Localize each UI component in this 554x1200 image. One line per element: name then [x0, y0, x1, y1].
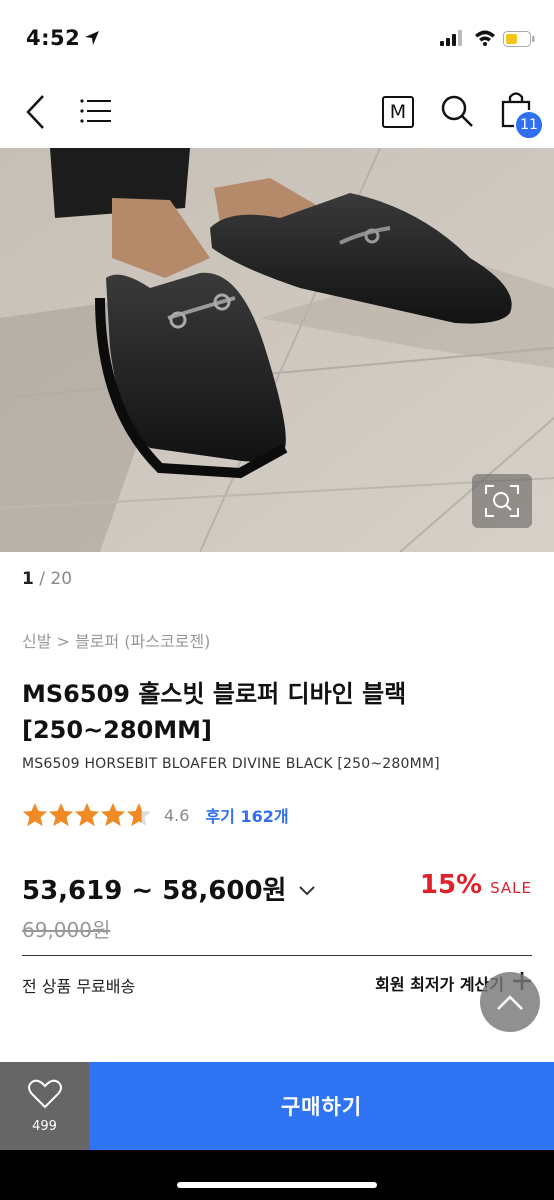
location-arrow-icon — [84, 30, 100, 50]
rating-score: 4.6 — [164, 805, 190, 825]
product-page: 4:52 M 11 1 / 20 신발 > 블로퍼 (파스코로젠) MS6509… — [0, 0, 554, 1200]
rating-stars — [22, 802, 152, 828]
heart-icon — [27, 1079, 62, 1113]
wish-count: 499 — [32, 1118, 57, 1134]
product-title: MS6509 홀스빗 블로퍼 디바인 블랙 [250~280MM] — [22, 680, 407, 744]
buy-button[interactable]: 구매하기 — [89, 1062, 554, 1150]
chevron-down-icon[interactable] — [298, 874, 316, 904]
status-bar: 4:52 — [0, 0, 554, 76]
discount: 15% SALE — [420, 870, 532, 900]
pager-total: 20 — [50, 569, 73, 589]
bottom-action-bar: 499 구매하기 — [0, 1062, 554, 1150]
reviews-link[interactable]: 후기 162개 — [205, 803, 288, 827]
product-image[interactable] — [0, 148, 554, 552]
product-subtitle: MS6509 HORSEBIT BLOAFER DIVINE BLACK [25… — [22, 756, 440, 772]
breadcrumb[interactable]: 신발 > 블로퍼 (파스코로젠) — [22, 628, 210, 652]
original-price: 69,000원 — [22, 918, 111, 942]
wifi-icon — [474, 29, 496, 50]
menu-icon[interactable] — [80, 98, 112, 128]
star-icon — [127, 803, 151, 826]
image-pager: 1 / 20 — [22, 569, 72, 589]
cellular-signal-icon — [440, 30, 464, 50]
brand-m-icon[interactable]: M — [382, 96, 414, 128]
star-icon — [23, 803, 47, 826]
back-icon[interactable] — [24, 94, 46, 134]
sale-label: SALE — [490, 879, 532, 897]
scroll-top-icon[interactable] — [480, 972, 540, 1032]
price-range-text: 53,619 ~ 58,600원 — [22, 876, 287, 906]
star-icon — [75, 803, 99, 826]
cart-count-badge: 11 — [514, 110, 544, 140]
discount-percent: 15% — [419, 870, 483, 900]
zoom-icon[interactable] — [472, 474, 532, 528]
divider — [22, 955, 532, 956]
battery-icon — [503, 31, 535, 51]
pager-current: 1 — [22, 569, 34, 589]
top-nav: M 11 — [0, 76, 554, 148]
price-range[interactable]: 53,619 ~ 58,600원 — [22, 870, 316, 907]
star-icon — [101, 803, 125, 826]
star-icon — [49, 803, 73, 826]
rating-row: 4.6 후기 162개 — [22, 800, 289, 830]
home-indicator[interactable] — [177, 1182, 377, 1188]
wishlist-button[interactable]: 499 — [0, 1062, 89, 1150]
shipping-label: 전 상품 무료배송 — [22, 977, 136, 996]
pager-separator: / — [33, 569, 51, 589]
status-time: 4:52 — [26, 26, 81, 50]
product-photo — [0, 148, 554, 552]
search-icon[interactable] — [440, 94, 474, 132]
home-indicator-bar — [0, 1150, 554, 1200]
